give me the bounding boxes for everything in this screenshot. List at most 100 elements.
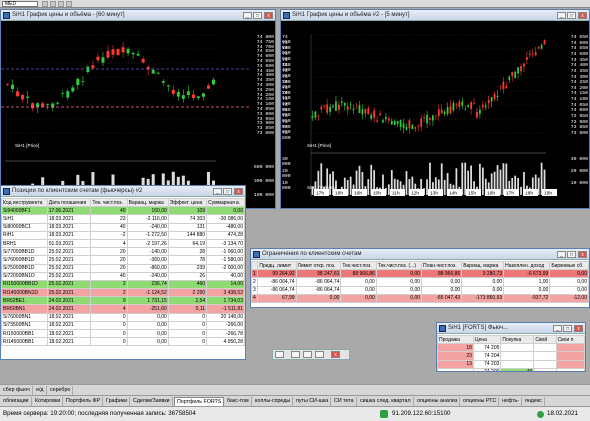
- table-row[interactable]: BR62BE1 24.02.2021 9 1 731,15 2,54 1 734,03: [1, 296, 245, 306]
- table-row[interactable]: 2 -86 064,74 -86 064,74 0,00 0,00 0,00 0,00 1,0…: [251, 277, 589, 287]
- tab[interactable]: е/д: [34, 386, 47, 395]
- maximize-button[interactable]: □: [223, 188, 232, 195]
- tab[interactable]: Портфель ФР: [64, 397, 104, 406]
- column-header[interactable]: Свои п: [555, 335, 585, 345]
- order-book-window[interactable]: SiH1 [FORTS] Фьюч... _ □ x Продажа Цена По…: [436, 322, 586, 372]
- minimize-button[interactable]: _: [553, 325, 562, 332]
- tab[interactable]: путы СИ-шка: [294, 397, 332, 406]
- limits-table[interactable]: Предц. лимит Лимит откр. поз. Тек.чист.поз…: [251, 261, 589, 307]
- column-header[interactable]: Суммарная в.: [206, 198, 245, 208]
- table-row[interactable]: RiH1 18.03.2021 -2 -1 272,50 144 880 474,28: [1, 230, 245, 240]
- table-row[interactable]: Si75000BB1D 25.02.2021 20 -860,00 239 -2 000,…: [1, 263, 245, 273]
- order-book-row[interactable]: 18 74 205: [437, 343, 585, 353]
- column-header[interactable]: Лимит откр. поз.: [295, 261, 342, 271]
- chart-window-5min[interactable]: SiH1 График цены и объёма #2 - [5 минут]…: [280, 9, 590, 209]
- tab[interactable]: бакс-том: [225, 397, 252, 406]
- tab[interactable]: опционы анализ: [415, 397, 461, 406]
- chart2-canvas[interactable]: 17h 18h 19h 10h 11h 12h 13h 14h 15h 16h 17h 18h 19h: [281, 21, 590, 209]
- maximize-button[interactable]: □: [253, 12, 262, 19]
- minimize-button[interactable]: _: [213, 188, 222, 195]
- column-header[interactable]: Свой: [533, 335, 557, 345]
- table-row[interactable]: SiH1 18.03.2021 23 -2 116,00 74 303 -30 086,0…: [1, 214, 245, 224]
- table-row[interactable]: 3 -86 064,74 -86 064,74 0,00 0,00 0,00 0,00 0,0…: [251, 285, 589, 295]
- window-titlebar[interactable]: SiH1 График цены и объёма #2 - [5 минут]…: [281, 10, 589, 21]
- tab[interactable]: Котировки: [33, 397, 64, 406]
- tab[interactable]: Сделки/Заявки: [131, 397, 173, 406]
- tab[interactable]: облигации: [1, 397, 32, 406]
- maximize-button[interactable]: [303, 351, 312, 358]
- column-header[interactable]: Продажа: [437, 335, 474, 345]
- restore-button[interactable]: [291, 351, 300, 358]
- window-titlebar[interactable]: Ограничения по клиентским счетам _ □ x: [251, 249, 589, 260]
- minimize-button[interactable]: _: [557, 251, 566, 258]
- tab[interactable]: Графики: [104, 397, 131, 406]
- column-header[interactable]: Дата погашения: [46, 198, 92, 208]
- tab[interactable]: сишка след. квартал: [358, 397, 414, 406]
- table-row[interactable]: Si80000BC1 18.03.2021 40 -240,00 131 -480,00: [1, 222, 245, 232]
- order-book-row[interactable]: 13 74 203: [437, 359, 585, 369]
- order-book-row[interactable]: 23 74 204: [437, 351, 585, 361]
- table-row[interactable]: Si73500BN1 18.02.2021 0 0,00 0 -266,00: [1, 320, 245, 331]
- tool-icon[interactable]: [42, 1, 48, 7]
- table-row[interactable]: RI150000BB1D 25.02.2021 2 236,74 460 14,00: [1, 279, 245, 290]
- settings-button[interactable]: [315, 351, 324, 358]
- table-row[interactable]: 4 67,99 0,00 0,00 0,00 -85 047,43 -173 860,93-…: [251, 293, 589, 303]
- close-button[interactable]: x: [578, 12, 587, 19]
- column-header[interactable]: Биржевые сб.: [549, 261, 589, 271]
- minimize-button[interactable]: _: [557, 12, 566, 19]
- maximize-button[interactable]: □: [563, 325, 572, 332]
- window-titlebar[interactable]: SiH1 [FORTS] Фьюч... _ □ x: [437, 323, 585, 334]
- tab[interactable]: Портфель FORTS: [174, 397, 225, 406]
- table-row[interactable]: Si94000BF1 17.06.2021 40 160,00 109 0,00: [1, 206, 245, 216]
- close-button[interactable]: x: [578, 251, 587, 258]
- positions-table[interactable]: Код инструмента Дата погашения Тек. чист.п…: [1, 198, 245, 359]
- order-book-table[interactable]: Продажа Цена Покупка Свой Свои п 18 74 205 23 74…: [437, 335, 585, 371]
- table-row[interactable]: Si72000BN1D 25.02.2021 40 -240,00 26 40,00: [1, 271, 245, 281]
- tab[interactable]: яндекс: [523, 397, 545, 406]
- column-header[interactable]: План.чист.поз.: [421, 261, 463, 271]
- window-titlebar[interactable]: Позиции по клиентским счетам (фьючерсы) …: [1, 186, 245, 197]
- close-button[interactable]: x: [234, 188, 243, 195]
- chart-window-60min[interactable]: SiH1 График цены и объёма - [60 минут] _…: [0, 9, 276, 209]
- positions-window[interactable]: Позиции по клиентским счетам (фьючерсы) …: [0, 185, 246, 360]
- column-header[interactable]: Тек.чист.поз. (...): [375, 261, 423, 271]
- column-header[interactable]: Тек.чист.поз.: [340, 261, 377, 271]
- minimize-button[interactable]: _: [243, 12, 252, 19]
- column-header[interactable]: Цена: [472, 335, 502, 345]
- tab[interactable]: серебро: [48, 386, 74, 395]
- table-row[interactable]: Si76000BB1D 25.02.2021 20 -360,00 78 -1 580,0…: [1, 255, 245, 265]
- tool-icon[interactable]: [50, 1, 56, 7]
- tool-icon[interactable]: [66, 1, 72, 7]
- column-header[interactable]: Код инструмента: [1, 198, 48, 208]
- window-titlebar[interactable]: SiH1 График цены и объёма - [60 минут] _…: [1, 10, 275, 21]
- table-row[interactable]: RI145000BN1D 25.02.2021 2 -1 124,52 2 250 3 4…: [1, 288, 245, 298]
- column-header[interactable]: Вариац. маржа: [461, 261, 505, 271]
- minimized-window[interactable]: x: [272, 349, 350, 360]
- table-row[interactable]: Si77000BB1D 25.02.2021 20 -140,00 28 -1 060,0…: [1, 247, 245, 257]
- table-row[interactable]: BRH1 01.03.2021 4 -2 197,26 64,19 -3 134,70: [1, 238, 245, 249]
- tab[interactable]: нефть-: [500, 397, 523, 406]
- column-header[interactable]: Накоплен. доход: [503, 261, 551, 271]
- table-row[interactable]: RI150000BB1 18.02.2021 0 0,00 0 -266,78: [1, 328, 245, 339]
- table-row[interactable]: Si76000BN1 18.02.2021 0 0,00 0 20 148,00: [1, 312, 245, 322]
- tab[interactable]: опционы РТС: [461, 397, 500, 406]
- tool-icon[interactable]: [58, 1, 64, 7]
- instrument-select[interactable]: MED: [2, 1, 38, 7]
- table-row[interactable]: 1 99 264,92 98 247,61 88 966,86 0,00 88 966,8…: [251, 269, 589, 279]
- maximize-button[interactable]: □: [567, 12, 576, 19]
- table-row[interactable]: BR60BN1 24.02.2021 4 -251,60 0,11 -1 511,81: [1, 304, 245, 314]
- column-header[interactable]: Покупка: [500, 335, 535, 345]
- tab[interactable]: сбер фьюч: [1, 386, 33, 395]
- close-button[interactable]: x: [264, 12, 273, 19]
- close-button[interactable]: x: [574, 325, 583, 332]
- maximize-button[interactable]: □: [567, 251, 576, 258]
- chart1-canvas[interactable]: [1, 21, 251, 209]
- column-header[interactable]: Эффект. цена: [167, 198, 208, 208]
- close-button[interactable]: x: [331, 351, 340, 358]
- column-header[interactable]: Вариац. маржа: [126, 198, 169, 208]
- order-book-row[interactable]: 74 20049: [437, 367, 585, 371]
- limits-window[interactable]: Ограничения по клиентским счетам _ □ x П…: [250, 248, 590, 308]
- tab[interactable]: коллы-спреды: [253, 397, 294, 406]
- column-header[interactable]: Тек. чист.поз.: [90, 198, 128, 208]
- table-row[interactable]: RI145000BB1 18.02.2021 0 0,00 0 4 950,28: [1, 337, 245, 347]
